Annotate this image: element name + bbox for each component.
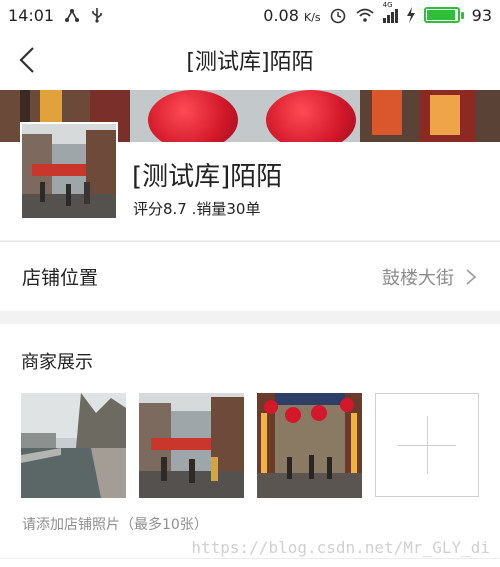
location-label: 店铺位置 [22,267,99,289]
shop-photo-street [139,393,244,498]
network-speed-value: 0.08 [263,5,299,25]
shop-photo[interactable] [139,393,244,498]
divider [0,558,500,559]
battery-fill [426,10,455,20]
shop-photo[interactable] [257,393,362,498]
shop-name: [测试库]陌陌 [132,162,283,192]
network-speed-unit: K/s [303,10,321,24]
watermark: https://blog.csdn.net/Mr_GLY_di [191,538,490,557]
network-speed: 0.08 K/s [263,6,320,25]
battery-tip [460,11,464,19]
wifi-icon [356,8,374,22]
battery-body [423,7,460,23]
usb-icon [92,8,102,23]
signal-icon: 4G [382,1,398,23]
shop-photo-canal [21,393,126,498]
shop-thumbnail-scene [22,124,116,218]
banner-lantern [148,90,238,142]
banner-lantern [266,90,356,142]
back-arrow-icon[interactable] [16,46,40,74]
shop-photo[interactable] [21,393,126,498]
status-bar: 14:01 0.08 K/s 4G 93 [0,0,500,30]
merchant-showcase: 商家展示 请添加店铺照片（最多10张） https://blog.csdn.ne… [0,324,500,567]
app-header: [测试库]陌陌 [0,30,500,90]
charging-icon [406,7,415,23]
shop-photo-lanterns [257,393,362,498]
page-title: [测试库]陌陌 [186,50,314,75]
add-photo-button[interactable] [375,393,479,497]
battery-icon [423,7,464,23]
shop-rating-sales: 评分8.7 .销量30单 [133,200,261,218]
photo-limit-hint: 请添加店铺照片（最多10张） [22,517,208,533]
status-time: 14:01 [8,5,55,25]
shop-location-row[interactable]: 店铺位置 鼓楼大街 [0,241,500,311]
alarm-icon [330,8,345,24]
usb-share-icon [65,9,80,22]
shop-thumbnail[interactable] [20,122,118,220]
location-value: 鼓楼大街 [382,267,454,289]
showcase-title: 商家展示 [21,352,93,373]
plus-icon-vertical [427,416,428,474]
signal-label: 4G [382,1,393,9]
battery-level: 93 [471,5,492,25]
shop-info-card: [测试库]陌陌 评分8.7 .销量30单 [0,122,500,240]
chevron-right-icon [466,268,477,285]
